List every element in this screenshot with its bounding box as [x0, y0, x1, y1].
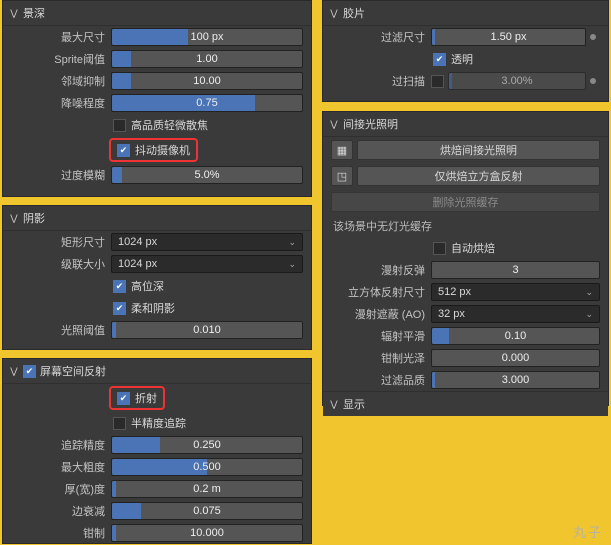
keyframe-dot-icon[interactable]: [590, 34, 596, 40]
label-trace-precision: 追踪精度: [11, 437, 111, 453]
label-soft-shadows: 柔和阴影: [131, 300, 175, 316]
checkbox-hq-bokeh[interactable]: [113, 119, 126, 132]
label-irradiance-smooth: 辐射平滑: [331, 328, 431, 344]
slider-clamp[interactable]: 10.000: [111, 524, 303, 542]
chevron-down-icon: ⋁: [9, 213, 19, 224]
bake-cubemap-button[interactable]: 仅烘焙立方盒反射: [357, 166, 600, 186]
section-title: 景深: [23, 5, 45, 21]
label-denoise: 降噪程度: [11, 95, 111, 111]
keyframe-dot-icon[interactable]: [590, 78, 596, 84]
checkbox-high-bitdepth[interactable]: [113, 280, 126, 293]
label-max-roughness: 最大粗度: [11, 459, 111, 475]
bake-cubemap-icon-button[interactable]: ◳: [331, 166, 353, 186]
label-clamp: 钳制: [11, 525, 111, 541]
slider-glossy-clamp[interactable]: 0.000: [431, 349, 600, 367]
section-header-display[interactable]: ⋁ 显示: [323, 391, 608, 416]
label-filter-quality: 过滤品质: [331, 372, 431, 388]
checkbox-auto-bake[interactable]: [433, 242, 446, 255]
label-cascade-size: 级联大小: [11, 256, 111, 272]
label-cube-size: 矩形尺寸: [11, 234, 111, 250]
label-hq-bokeh: 高品质轻微散焦: [131, 117, 208, 133]
delete-cache-button[interactable]: 删除光照缓存: [331, 192, 600, 212]
slider-sprite[interactable]: 1.00: [111, 50, 303, 68]
section-title: 屏幕空间反射: [40, 363, 106, 379]
dropdown-diffuse-occlusion[interactable]: 32 px⌄: [431, 305, 600, 323]
slider-neighbor[interactable]: 10.00: [111, 72, 303, 90]
slider-filter-size[interactable]: 1.50 px: [431, 28, 586, 46]
slider-thickness[interactable]: 0.2 m: [111, 480, 303, 498]
highlight-refraction: 折射: [109, 386, 165, 410]
chevron-down-icon: ⋁: [9, 8, 19, 19]
section-header-dof[interactable]: ⋁ 景深: [3, 1, 311, 26]
checkbox-overscan[interactable]: [431, 75, 444, 88]
label-refraction: 折射: [135, 390, 157, 406]
label-high-bitdepth: 高位深: [131, 278, 164, 294]
label-diffuse-bounces: 漫射反弹: [331, 262, 431, 278]
bake-icon: ▦: [337, 144, 347, 157]
caret-icon: ⌄: [288, 259, 296, 270]
chevron-down-icon: ⋁: [329, 8, 339, 19]
no-cache-text: 该场景中无灯光缓存: [333, 218, 432, 234]
slider-overblur[interactable]: 5.0%: [111, 166, 303, 184]
label-jitter-camera: 抖动摄像机: [135, 142, 190, 158]
dropdown-cube-size[interactable]: 1024 px⌄: [111, 233, 303, 251]
bake-icon-button[interactable]: ▦: [331, 140, 353, 160]
label-sprite: Sprite阈值: [11, 51, 111, 67]
slider-filter-quality[interactable]: 3.000: [431, 371, 600, 389]
label-cubemap-size: 立方体反射尺寸: [331, 284, 431, 300]
checkbox-transparent[interactable]: [433, 53, 446, 66]
chevron-down-icon: ⋁: [9, 366, 19, 377]
highlight-jitter: 抖动摄像机: [109, 138, 198, 162]
section-title: 胶片: [343, 5, 365, 21]
watermark: 丸子: [573, 522, 603, 541]
caret-icon: ⌄: [288, 237, 296, 248]
slider-trace-precision[interactable]: 0.250: [111, 436, 303, 454]
slider-max-size[interactable]: 100 px: [111, 28, 303, 46]
bake-indirect-button[interactable]: 烘焙间接光照明: [357, 140, 600, 160]
checkbox-half-res[interactable]: [113, 417, 126, 430]
cubemap-icon: ◳: [337, 170, 347, 183]
section-title: 间接光照明: [343, 116, 398, 132]
label-thickness: 厚(宽)度: [11, 481, 111, 497]
checkbox-soft-shadows[interactable]: [113, 302, 126, 315]
slider-denoise[interactable]: 0.75: [111, 94, 303, 112]
chevron-right-icon: ⋁: [329, 399, 339, 410]
section-header-ssr[interactable]: ⋁ 屏幕空间反射: [3, 359, 311, 384]
label-auto-bake: 自动烘焙: [451, 240, 495, 256]
label-overscan: 过扫描: [331, 73, 431, 89]
section-title: 阴影: [23, 210, 45, 226]
label-diffuse-occlusion: 漫射遮蔽 (AO): [331, 306, 431, 322]
dropdown-cubemap-size[interactable]: 512 px⌄: [431, 283, 600, 301]
label-max-size: 最大尺寸: [11, 29, 111, 45]
section-header-film[interactable]: ⋁ 胶片: [323, 1, 608, 26]
label-filter-size: 过滤尺寸: [331, 29, 431, 45]
slider-light-threshold[interactable]: 0.010: [111, 321, 303, 339]
label-overblur: 过度模糊: [11, 167, 111, 183]
slider-edge-fade[interactable]: 0.075: [111, 502, 303, 520]
label-neighbor: 邻域抑制: [11, 73, 111, 89]
checkbox-ssr-enable[interactable]: [23, 365, 36, 378]
label-edge-fade: 边衰减: [11, 503, 111, 519]
label-light-threshold: 光照阈值: [11, 322, 111, 338]
label-glossy-clamp: 钳制光泽: [331, 350, 431, 366]
slider-overscan[interactable]: 3.00%: [448, 72, 586, 90]
section-title: 显示: [343, 396, 365, 412]
caret-icon: ⌄: [585, 287, 593, 298]
slider-max-roughness[interactable]: 0.500: [111, 458, 303, 476]
checkbox-refraction[interactable]: [117, 392, 130, 405]
label-transparent: 透明: [451, 51, 473, 67]
caret-icon: ⌄: [585, 309, 593, 320]
checkbox-jitter-camera[interactable]: [117, 144, 130, 157]
field-diffuse-bounces[interactable]: 3: [431, 261, 600, 279]
dropdown-cascade-size[interactable]: 1024 px⌄: [111, 255, 303, 273]
section-header-gi[interactable]: ⋁ 间接光照明: [323, 112, 608, 137]
label-half-res: 半精度追踪: [131, 415, 186, 431]
slider-irradiance-smooth[interactable]: 0.10: [431, 327, 600, 345]
section-header-shadow[interactable]: ⋁ 阴影: [3, 206, 311, 231]
chevron-down-icon: ⋁: [329, 119, 339, 130]
